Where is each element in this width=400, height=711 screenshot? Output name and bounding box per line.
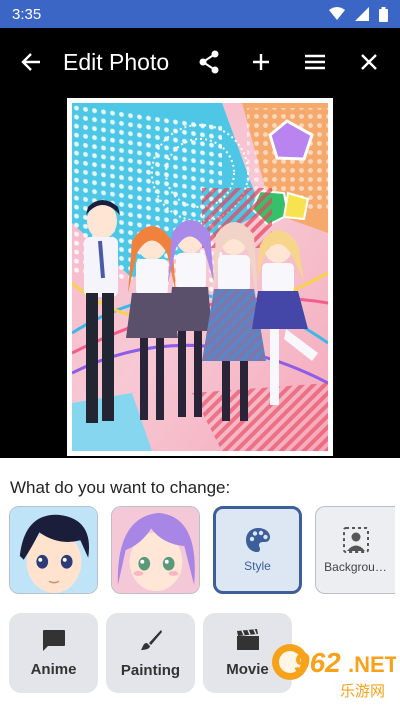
painting-style-label: Painting: [120, 661, 181, 679]
battery-icon: [379, 6, 388, 22]
add-button[interactable]: [239, 40, 283, 84]
photo-preview-area: [0, 96, 400, 458]
menu-button[interactable]: [293, 40, 337, 84]
photo-frame[interactable]: [67, 98, 333, 456]
painting-style-button[interactable]: Painting: [106, 613, 195, 693]
watermark: 962 .NET 乐游网: [268, 632, 399, 704]
movie-style-label: Movie: [226, 660, 269, 678]
anime-group-illustration: [72, 103, 328, 451]
close-icon: [361, 54, 377, 70]
menu-icon: [305, 54, 325, 70]
style-tile-label: Style: [244, 559, 271, 573]
boy-face-thumbnail: [10, 507, 97, 593]
style-tile[interactable]: Style: [213, 506, 302, 594]
svg-text:962: 962: [294, 647, 341, 678]
page-title: Edit Photo: [63, 48, 170, 75]
brush-icon: [140, 629, 162, 650]
share-button[interactable]: [187, 40, 231, 84]
background-tile[interactable]: Backgrou…: [315, 506, 395, 594]
svg-text:.NET: .NET: [348, 652, 396, 677]
back-arrow-icon: [21, 53, 40, 71]
svg-text:乐游网: 乐游网: [340, 682, 385, 700]
boy-face-tile[interactable]: [9, 506, 98, 594]
change-question: What do you want to change:: [10, 478, 231, 497]
anime-style-label: Anime: [30, 660, 77, 678]
back-button[interactable]: [9, 40, 53, 84]
share-icon: [199, 50, 219, 74]
watermark-logo: 962 .NET 乐游网: [272, 644, 399, 700]
background-icon: [342, 527, 369, 553]
palette-icon: [245, 528, 270, 552]
change-target-row: Style Backgrou…: [9, 506, 395, 596]
anime-style-button[interactable]: Anime: [9, 613, 98, 693]
girl-face-thumbnail: [112, 507, 199, 593]
wifi-icon: [329, 7, 345, 20]
status-bar: 3:35: [0, 0, 400, 28]
status-icons: [329, 6, 388, 22]
signal-icon: [355, 7, 369, 21]
girl-face-tile[interactable]: [111, 506, 200, 594]
chat-bubble-icon: [42, 629, 65, 651]
close-button[interactable]: [347, 40, 391, 84]
style-options-row: Anime Painting Movie: [9, 613, 292, 693]
background-tile-label: Backgrou…: [324, 560, 387, 574]
add-icon: [253, 54, 269, 70]
clapperboard-icon: [236, 628, 259, 650]
status-time: 3:35: [12, 5, 42, 23]
toolbar: Edit Photo: [0, 28, 400, 96]
